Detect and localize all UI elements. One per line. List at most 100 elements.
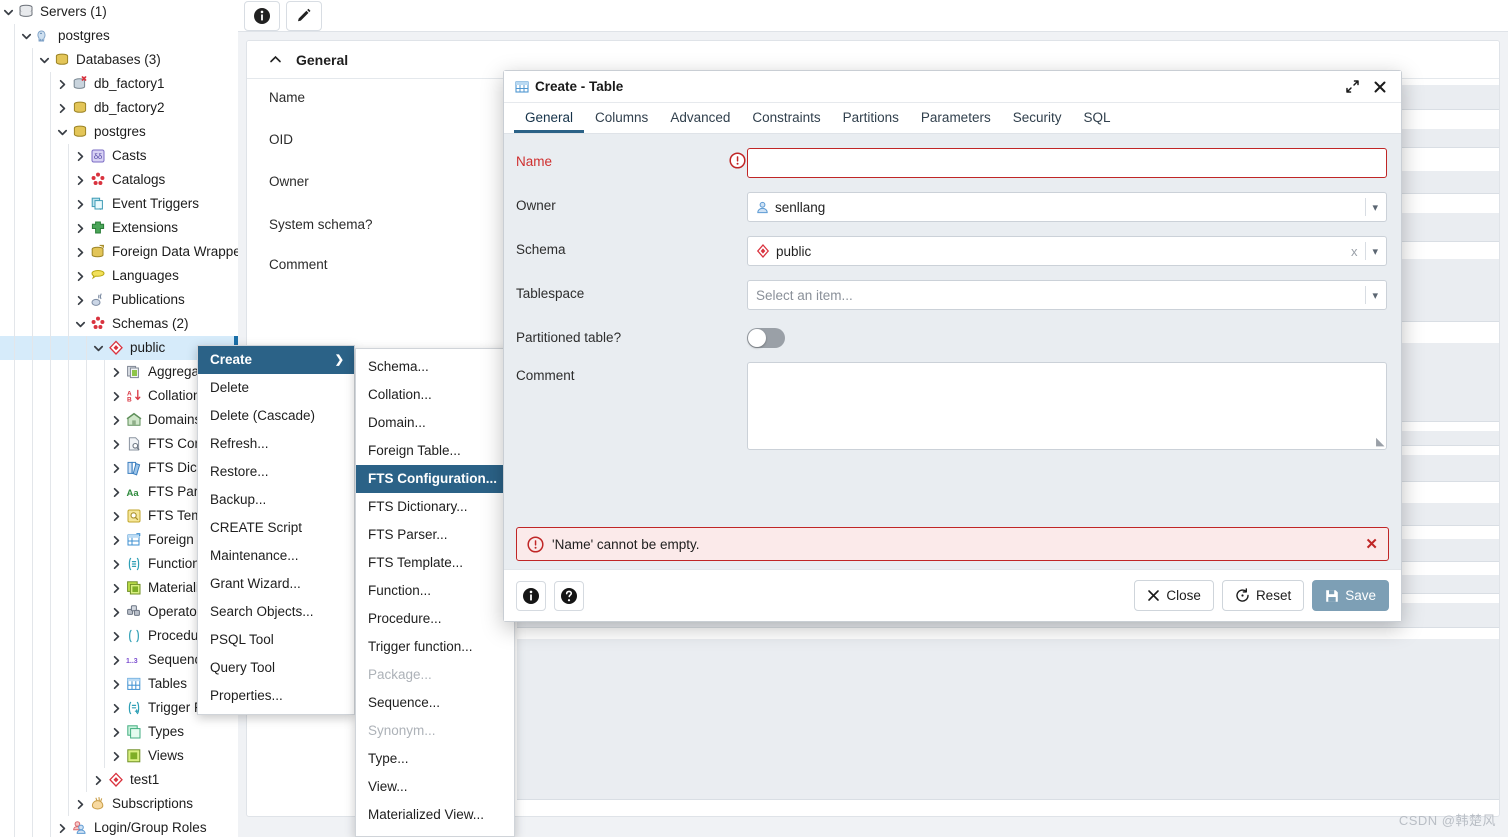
chevron-down-icon[interactable]: ▾ [1372, 201, 1378, 214]
tab-parameters[interactable]: Parameters [910, 103, 1002, 133]
tree-twisty-right-icon[interactable] [72, 199, 88, 210]
context-menu-item-create-script[interactable]: CREATE Script [198, 514, 354, 542]
create-submenu-item-sequence[interactable]: Sequence... [356, 689, 514, 717]
partitioned-toggle[interactable] [747, 328, 785, 348]
create-submenu-item-materialized-view[interactable]: Materialized View... [356, 801, 514, 829]
tree-twisty-right-icon[interactable] [72, 295, 88, 306]
create-submenu-item-function[interactable]: Function... [356, 577, 514, 605]
create-submenu-item-fts-dictionary[interactable]: FTS Dictionary... [356, 493, 514, 521]
tree-twisty-right-icon[interactable] [90, 775, 106, 786]
create-submenu-item-foreign-table[interactable]: Foreign Table... [356, 437, 514, 465]
tree-twisty-right-icon[interactable] [108, 751, 124, 762]
tree-item-db-factory1[interactable]: db_factory1 [0, 72, 238, 96]
tree-item-foreign-data-wrappers[interactable]: Foreign Data Wrappers [0, 240, 238, 264]
context-menu-item-maintenance[interactable]: Maintenance... [198, 542, 354, 570]
tree-item-test1[interactable]: test1 [0, 768, 238, 792]
tree-twisty-right-icon[interactable] [108, 487, 124, 498]
chevron-down-icon[interactable]: ▾ [1372, 289, 1378, 302]
tree-item-types[interactable]: Types [0, 720, 238, 744]
schema-select[interactable]: public x ▾ [747, 236, 1387, 266]
tree-twisty-right-icon[interactable] [54, 103, 70, 114]
tree-item-login-group-roles[interactable]: Login/Group Roles [0, 816, 238, 837]
context-submenu-create[interactable]: Schema... Collation... Domain... Foreign Ta… [355, 348, 515, 837]
tree-twisty-down-icon[interactable] [36, 55, 52, 66]
tree-twisty-right-icon[interactable] [108, 727, 124, 738]
tab-sql[interactable]: SQL [1072, 103, 1121, 133]
context-menu-item-psql-tool[interactable]: PSQL Tool [198, 626, 354, 654]
object-info-button[interactable] [244, 1, 280, 31]
create-submenu-item-fts-parser[interactable]: FTS Parser... [356, 521, 514, 549]
tab-constraints[interactable]: Constraints [741, 103, 831, 133]
resize-grip-icon[interactable]: ◢ [1376, 435, 1384, 448]
dialog-reset-button[interactable]: Reset [1221, 580, 1305, 611]
context-menu[interactable]: Create ❯ Delete Delete (Cascade) Refresh... R… [197, 345, 355, 715]
tree-item-catalogs[interactable]: Catalogs [0, 168, 238, 192]
context-menu-item-properties[interactable]: Properties... [198, 682, 354, 710]
tablespace-select[interactable]: Select an item... ▾ [747, 280, 1387, 310]
tree-twisty-down-icon[interactable] [54, 127, 70, 138]
tree-item-event-triggers[interactable]: Event Triggers [0, 192, 238, 216]
context-menu-item-restore[interactable]: Restore... [198, 458, 354, 486]
comment-textarea[interactable]: ◢ [747, 362, 1387, 450]
tree-twisty-right-icon[interactable] [108, 391, 124, 402]
tree-twisty-right-icon[interactable] [108, 535, 124, 546]
tree-twisty-right-icon[interactable] [72, 175, 88, 186]
create-submenu-item-view[interactable]: View... [356, 773, 514, 801]
tree-item-publications[interactable]: Publications [0, 288, 238, 312]
tab-general[interactable]: General [514, 103, 585, 133]
create-submenu-item-fts-configuration[interactable]: FTS Configuration... [356, 465, 514, 493]
tree-twisty-right-icon[interactable] [72, 247, 88, 258]
dialog-save-button[interactable]: Save [1312, 580, 1389, 611]
tree-item-casts[interactable]: δδ Casts [0, 144, 238, 168]
tree-twisty-right-icon[interactable] [108, 655, 124, 666]
context-menu-item-refresh[interactable]: Refresh... [198, 430, 354, 458]
tree-twisty-right-icon[interactable] [108, 607, 124, 618]
tab-columns[interactable]: Columns [584, 103, 659, 133]
tree-twisty-right-icon[interactable] [108, 439, 124, 450]
tree-item-views[interactable]: Views [0, 744, 238, 768]
tree-item-postgres[interactable]: postgres [0, 120, 238, 144]
schema-clear-button[interactable]: x [1349, 244, 1360, 259]
dialog-close-action-button[interactable]: Close [1134, 580, 1214, 611]
tree-twisty-right-icon[interactable] [108, 367, 124, 378]
dialog-error-dismiss-button[interactable]: ✕ [1365, 535, 1378, 553]
tree-twisty-down-icon[interactable] [18, 31, 34, 42]
tree-twisty-right-icon[interactable] [108, 703, 124, 714]
create-submenu-item-schema[interactable]: Schema... [356, 353, 514, 381]
context-menu-item-delete[interactable]: Delete [198, 374, 354, 402]
owner-select[interactable]: senllang ▾ [747, 192, 1387, 222]
tree-twisty-right-icon[interactable] [108, 463, 124, 474]
name-input[interactable] [747, 148, 1387, 178]
tree-item-subscriptions[interactable]: Subscriptions [0, 792, 238, 816]
context-menu-item-search-objects[interactable]: Search Objects... [198, 598, 354, 626]
tree-item-databases-3[interactable]: Databases (3) [0, 48, 238, 72]
tree-item-schemas-2[interactable]: Schemas (2) [0, 312, 238, 336]
tree-item-languages[interactable]: Languages [0, 264, 238, 288]
create-submenu-item-domain[interactable]: Domain... [356, 409, 514, 437]
tree-twisty-down-icon[interactable] [90, 343, 106, 354]
tree-twisty-right-icon[interactable] [108, 559, 124, 570]
tree-item-servers-1[interactable]: Servers (1) [0, 0, 238, 24]
create-submenu-item-type[interactable]: Type... [356, 745, 514, 773]
tree-twisty-right-icon[interactable] [72, 271, 88, 282]
tree-twisty-right-icon[interactable] [54, 79, 70, 90]
context-menu-item-create[interactable]: Create ❯ [198, 346, 354, 374]
tree-twisty-right-icon[interactable] [108, 679, 124, 690]
tab-security[interactable]: Security [1002, 103, 1073, 133]
create-table-dialog[interactable]: Create - Table General Columns Advanced Con… [503, 70, 1402, 622]
tab-partitions[interactable]: Partitions [832, 103, 910, 133]
context-menu-item-delete-cascade[interactable]: Delete (Cascade) [198, 402, 354, 430]
tree-twisty-right-icon[interactable] [72, 223, 88, 234]
tree-twisty-right-icon[interactable] [108, 583, 124, 594]
dialog-close-button[interactable] [1369, 76, 1391, 98]
tree-twisty-right-icon[interactable] [108, 415, 124, 426]
create-submenu-item-table[interactable]: Table... [356, 829, 514, 836]
context-menu-item-query-tool[interactable]: Query Tool [198, 654, 354, 682]
tree-twisty-right-icon[interactable] [72, 151, 88, 162]
tree-twisty-right-icon[interactable] [108, 511, 124, 522]
chevron-down-icon[interactable]: ▾ [1372, 245, 1378, 258]
tree-twisty-right-icon[interactable] [72, 799, 88, 810]
edit-object-button[interactable] [286, 1, 322, 31]
context-menu-item-grant-wizard[interactable]: Grant Wizard... [198, 570, 354, 598]
create-submenu-item-trigger-function[interactable]: Trigger function... [356, 633, 514, 661]
